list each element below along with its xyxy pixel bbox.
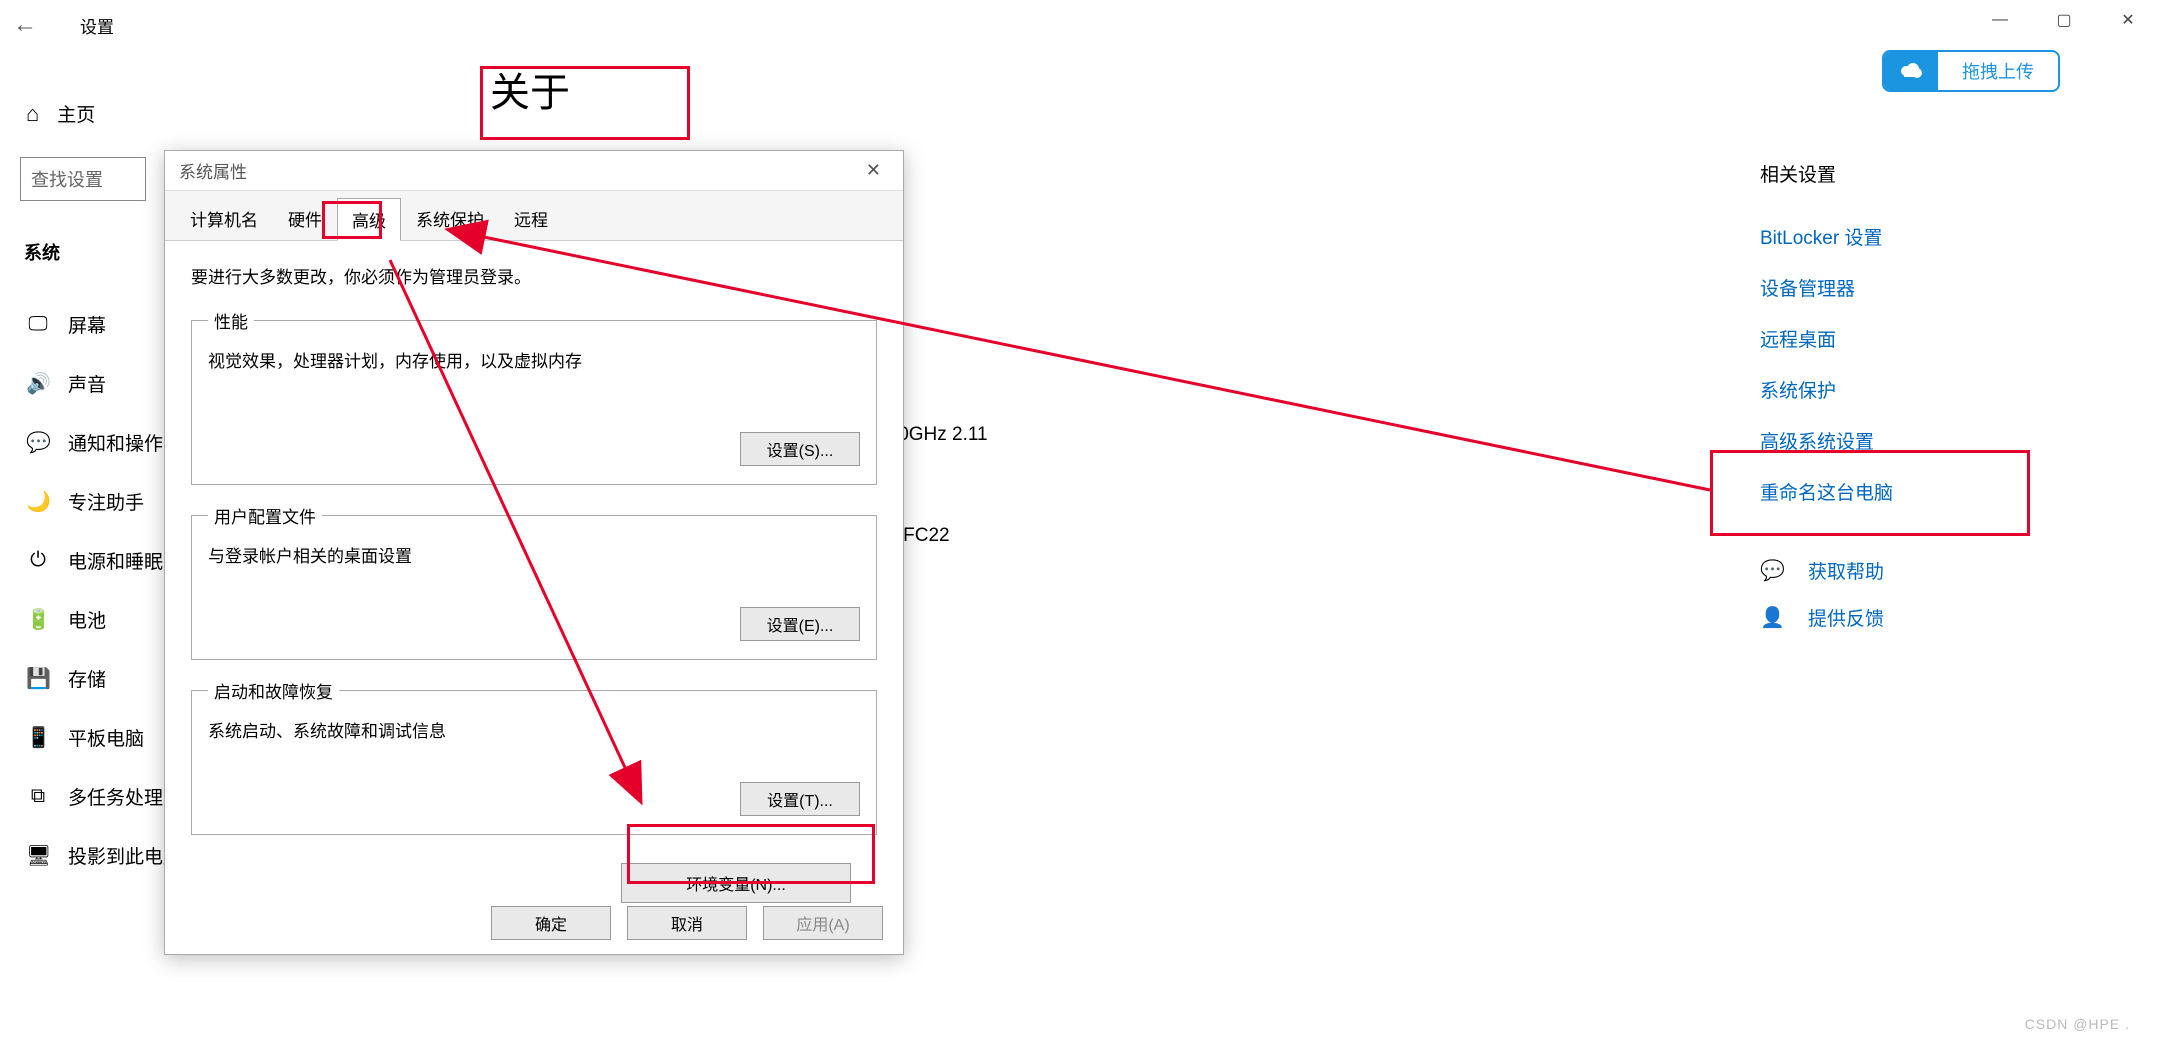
nav-label: 多任务处理 bbox=[68, 783, 163, 810]
home-icon: ⌂ bbox=[26, 101, 39, 127]
startup-settings-button[interactable]: 设置(T)... bbox=[740, 782, 860, 816]
environment-variables-button[interactable]: 环境变量(N)... bbox=[621, 863, 851, 903]
home-link[interactable]: ⌂ 主页 bbox=[20, 90, 320, 157]
related-link-5[interactable]: 重命名这台电脑 bbox=[1760, 466, 2080, 517]
help-icon: 💬 bbox=[1760, 558, 1782, 583]
nav-icon: 💬 bbox=[26, 430, 50, 455]
user-profile-settings-button[interactable]: 设置(E)... bbox=[740, 607, 860, 641]
dialog-close-button[interactable]: ✕ bbox=[858, 156, 889, 185]
nav-label: 存储 bbox=[68, 665, 106, 692]
startup-fieldset: 启动和故障恢复 系统启动、系统故障和调试信息 设置(T)... bbox=[191, 678, 877, 835]
related-link-0[interactable]: BitLocker 设置 bbox=[1760, 211, 2080, 262]
related-link-4[interactable]: 高级系统设置 bbox=[1760, 415, 2080, 466]
nav-label: 通知和操作 bbox=[68, 429, 163, 456]
feedback-link[interactable]: 👤 提供反馈 bbox=[1760, 594, 2080, 641]
window-controls: — ▢ ✕ bbox=[1968, 0, 2160, 40]
related-link-3[interactable]: 系统保护 bbox=[1760, 364, 2080, 415]
get-help-link[interactable]: 💬 获取帮助 bbox=[1760, 547, 2080, 594]
dialog-title: 系统属性 bbox=[179, 158, 858, 183]
nav-icon: ⧉ bbox=[26, 785, 50, 808]
ok-button[interactable]: 确定 bbox=[491, 906, 611, 940]
watermark: CSDN @HPE . bbox=[2025, 1016, 2130, 1032]
drag-upload-widget[interactable]: 拖拽上传 bbox=[1882, 50, 2060, 92]
nav-label: 平板电脑 bbox=[68, 724, 144, 751]
cloud-icon bbox=[1884, 52, 1938, 90]
dialog-tab-1[interactable]: 硬件 bbox=[273, 197, 337, 240]
performance-legend: 性能 bbox=[208, 308, 254, 333]
dialog-tab-4[interactable]: 远程 bbox=[499, 197, 563, 240]
titlebar-title: 设置 bbox=[80, 13, 114, 38]
dialog-footer: 确定 取消 应用(A) bbox=[491, 906, 883, 940]
cancel-button[interactable]: 取消 bbox=[627, 906, 747, 940]
startup-desc: 系统启动、系统故障和调试信息 bbox=[208, 717, 860, 742]
search-input[interactable]: 查找设置 bbox=[20, 157, 146, 201]
nav-label: 声音 bbox=[68, 370, 106, 397]
back-button[interactable]: ← bbox=[0, 11, 50, 39]
nav-label: 专注助手 bbox=[68, 488, 144, 515]
nav-icon: 🌙 bbox=[26, 489, 50, 514]
related-link-1[interactable]: 设备管理器 bbox=[1760, 262, 2080, 313]
performance-settings-button[interactable]: 设置(S)... bbox=[740, 432, 860, 466]
performance-desc: 视觉效果，处理器计划，内存使用，以及虚拟内存 bbox=[208, 347, 860, 372]
search-placeholder: 查找设置 bbox=[31, 166, 103, 192]
admin-note: 要进行大多数更改，你必须作为管理员登录。 bbox=[191, 263, 877, 288]
nav-icon: 📱 bbox=[26, 725, 50, 750]
page-title: 关于 bbox=[490, 60, 1390, 118]
related-head: 相关设置 bbox=[1760, 160, 2080, 187]
nav-icon: 🖥 bbox=[26, 843, 50, 868]
nav-icon: 🔋 bbox=[26, 607, 50, 632]
dialog-tab-2[interactable]: 高级 bbox=[337, 198, 401, 241]
feedback-icon: 👤 bbox=[1760, 605, 1782, 630]
minimize-button[interactable]: — bbox=[1968, 0, 2032, 40]
user-profile-legend: 用户配置文件 bbox=[208, 503, 322, 528]
related-settings: 相关设置 BitLocker 设置设备管理器远程桌面系统保护高级系统设置重命名这… bbox=[1760, 160, 2080, 641]
user-profile-desc: 与登录帐户相关的桌面设置 bbox=[208, 542, 860, 567]
apply-button[interactable]: 应用(A) bbox=[763, 906, 883, 940]
dialog-tab-3[interactable]: 系统保护 bbox=[401, 197, 499, 240]
close-button[interactable]: ✕ bbox=[2096, 0, 2160, 40]
settings-titlebar: ← 设置 bbox=[0, 0, 2160, 50]
startup-legend: 启动和故障恢复 bbox=[208, 678, 339, 703]
dialog-tabs: 计算机名硬件高级系统保护远程 bbox=[165, 191, 903, 241]
related-link-2[interactable]: 远程桌面 bbox=[1760, 313, 2080, 364]
nav-icon: 🖵 bbox=[26, 313, 50, 336]
performance-fieldset: 性能 视觉效果，处理器计划，内存使用，以及虚拟内存 设置(S)... bbox=[191, 308, 877, 485]
home-label: 主页 bbox=[57, 100, 95, 127]
dialog-tab-0[interactable]: 计算机名 bbox=[175, 197, 273, 240]
upload-label: 拖拽上传 bbox=[1938, 58, 2058, 84]
system-properties-dialog: 系统属性 ✕ 计算机名硬件高级系统保护远程 要进行大多数更改，你必须作为管理员登… bbox=[164, 150, 904, 955]
dialog-titlebar[interactable]: 系统属性 ✕ bbox=[165, 151, 903, 191]
nav-icon: ⏻ bbox=[26, 549, 50, 572]
nav-label: 屏幕 bbox=[68, 311, 106, 338]
maximize-button[interactable]: ▢ bbox=[2032, 0, 2096, 40]
nav-icon: 🔊 bbox=[26, 371, 50, 396]
nav-label: 电源和睡眠 bbox=[68, 547, 163, 574]
dialog-body: 要进行大多数更改，你必须作为管理员登录。 性能 视觉效果，处理器计划，内存使用，… bbox=[165, 241, 903, 925]
user-profile-fieldset: 用户配置文件 与登录帐户相关的桌面设置 设置(E)... bbox=[191, 503, 877, 660]
nav-icon: 💾 bbox=[26, 666, 50, 691]
nav-label: 电池 bbox=[68, 606, 106, 633]
